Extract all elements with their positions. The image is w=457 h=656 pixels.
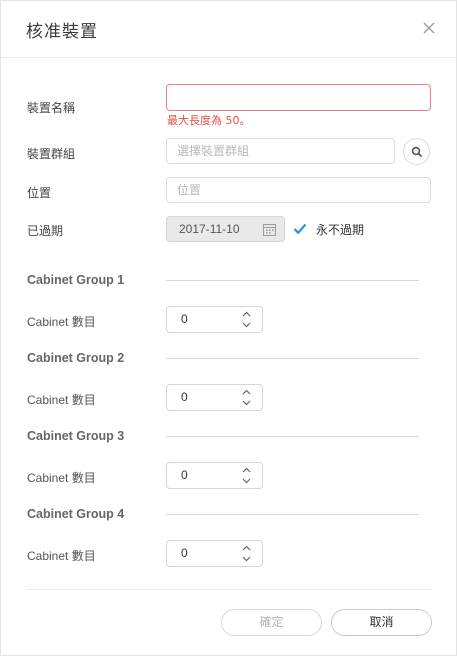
device-name-input[interactable]: [166, 84, 431, 111]
cabinet-count-stepper[interactable]: 0: [166, 540, 263, 567]
chevron-up-icon[interactable]: [242, 545, 251, 551]
cancel-button[interactable]: 取消: [331, 609, 432, 636]
cabinet-count-value: 0: [181, 468, 188, 482]
cabinet-count-label: Cabinet 數目: [27, 393, 96, 407]
section-divider: [166, 358, 419, 359]
cabinet-group-title: Cabinet Group 1: [27, 273, 125, 287]
cabinet-count-stepper[interactable]: 0: [166, 462, 263, 489]
chevron-down-icon[interactable]: [242, 322, 251, 328]
calendar-icon: [263, 224, 276, 236]
footer-divider: [26, 589, 432, 590]
chevron-up-icon[interactable]: [242, 311, 251, 317]
cabinet-group-title: Cabinet Group 3: [27, 429, 125, 443]
device-name-error: 最大長度為 50。: [167, 114, 251, 127]
cabinet-count-label: Cabinet 數目: [27, 471, 96, 485]
close-icon[interactable]: [421, 20, 437, 36]
location-input[interactable]: [166, 177, 431, 203]
section-divider: [166, 436, 419, 437]
chevron-down-icon[interactable]: [242, 400, 251, 406]
expiry-date-field[interactable]: 2017-11-10: [166, 216, 285, 242]
chevron-down-icon[interactable]: [242, 478, 251, 484]
cabinet-count-label: Cabinet 數目: [27, 315, 96, 329]
expiry-label: 已過期: [27, 224, 64, 238]
location-label: 位置: [27, 186, 52, 200]
cabinet-count-value: 0: [181, 390, 188, 404]
dialog-header: 核准裝置: [1, 1, 456, 58]
expiry-date-value: 2017-11-10: [179, 222, 240, 236]
cabinet-count-label: Cabinet 數目: [27, 549, 96, 563]
device-group-input[interactable]: [166, 138, 395, 164]
search-icon: [411, 146, 423, 158]
dialog-title: 核准裝置: [26, 22, 98, 42]
cabinet-count-value: 0: [181, 312, 188, 326]
chevron-up-icon[interactable]: [242, 389, 251, 395]
approve-device-dialog: 核准裝置 裝置名稱 最大長度為 50。 裝置群組 位置 已過期 2017-11-…: [0, 0, 457, 656]
cabinet-group-title: Cabinet Group 2: [27, 351, 125, 365]
cabinet-count-stepper[interactable]: 0: [166, 306, 263, 333]
cabinet-group-title: Cabinet Group 4: [27, 507, 125, 521]
cabinet-count-stepper[interactable]: 0: [166, 384, 263, 411]
section-divider: [166, 280, 419, 281]
cabinet-count-value: 0: [181, 546, 188, 560]
confirm-button[interactable]: 確定: [221, 609, 322, 636]
section-divider: [166, 514, 419, 515]
device-name-label: 裝置名稱: [27, 101, 76, 115]
chevron-down-icon[interactable]: [242, 556, 251, 562]
search-group-button[interactable]: [403, 138, 430, 165]
chevron-up-icon[interactable]: [242, 467, 251, 473]
checkbox-checked-icon[interactable]: [293, 221, 307, 235]
device-group-label: 裝置群組: [27, 147, 76, 161]
never-expire-label[interactable]: 永不過期: [316, 221, 364, 238]
